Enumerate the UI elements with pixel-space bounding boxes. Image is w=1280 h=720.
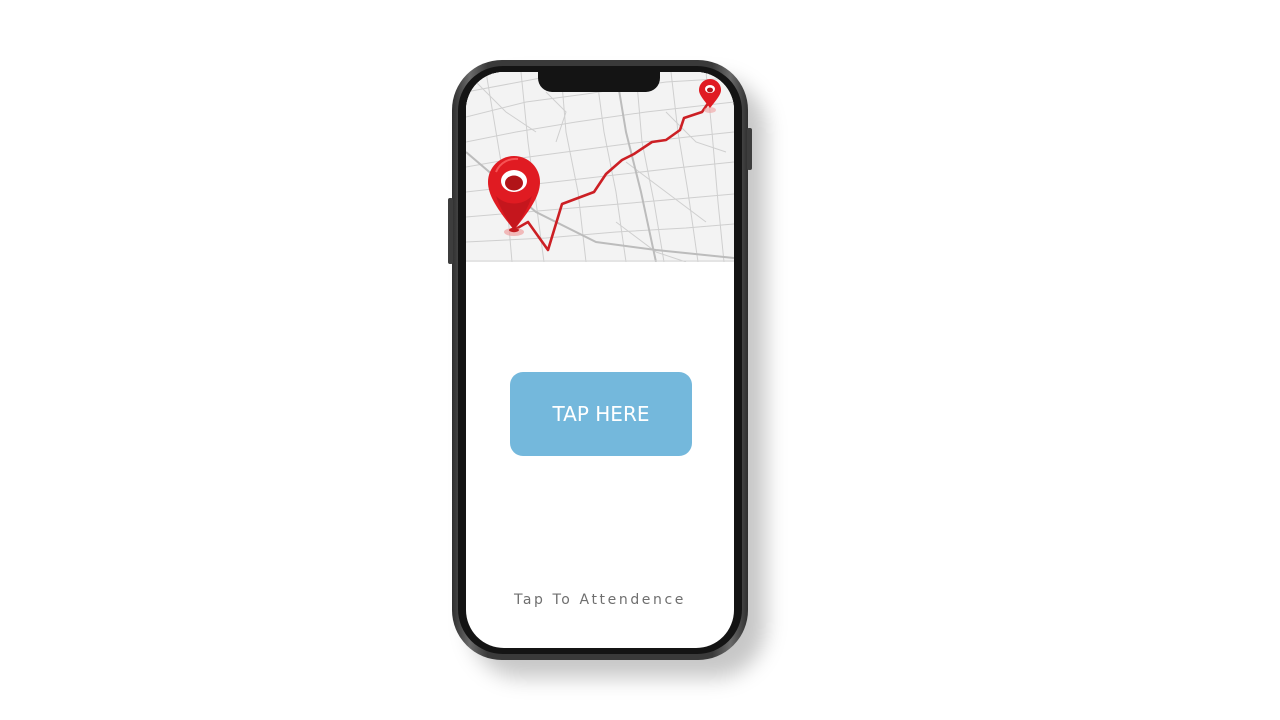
- map-route-icon: [466, 72, 734, 262]
- tap-here-button[interactable]: TAP HERE: [510, 372, 692, 456]
- phone-side-button-right: [747, 128, 752, 170]
- slide-canvas: TAP HERE Tap To Attendence: [0, 0, 1280, 720]
- tap-to-attendence-caption: Tap To Attendence: [513, 592, 687, 608]
- phone-screen: [466, 72, 734, 648]
- phone-side-button-left: [448, 198, 453, 264]
- phone-notch: [538, 72, 660, 92]
